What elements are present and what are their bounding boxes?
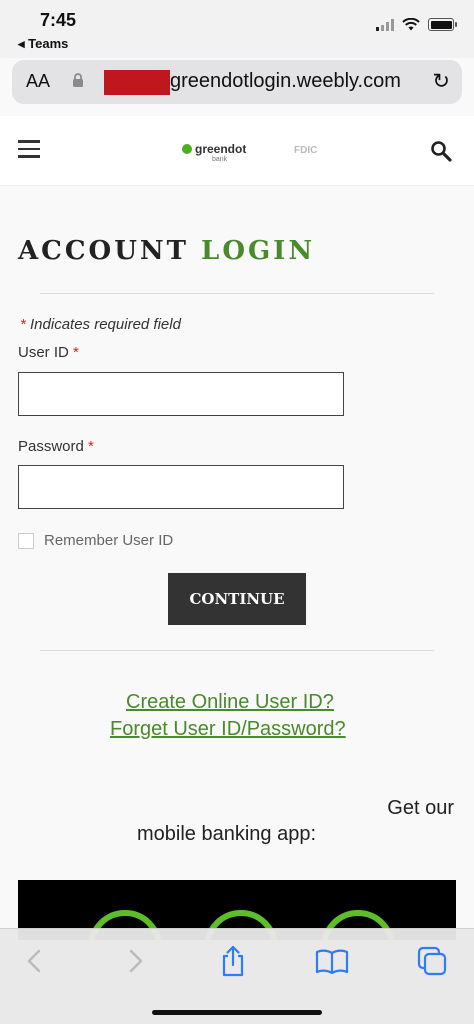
logo-dot-icon — [182, 144, 192, 154]
status-icons — [376, 18, 457, 31]
reader-options-button[interactable]: AA — [26, 71, 50, 92]
remember-checkbox[interactable] — [18, 532, 34, 549]
wifi-icon — [402, 18, 420, 31]
home-indicator[interactable] — [152, 1010, 322, 1015]
forward-icon[interactable] — [118, 943, 154, 979]
search-icon[interactable] — [430, 140, 452, 162]
required-note-text: Indicates required field — [30, 316, 181, 333]
required-star: * — [73, 344, 79, 361]
back-to-app-link[interactable]: ◂ Teams — [18, 36, 68, 52]
title-account: ACCOUNT — [18, 236, 202, 266]
continue-button[interactable]: CONTINUE — [168, 573, 306, 625]
get-app-text-line2: mobile banking app: — [137, 823, 317, 845]
cellular-signal-icon — [376, 18, 394, 31]
password-label: Password * — [18, 438, 94, 455]
status-bar: 7:45 ◂ Teams — [0, 0, 474, 58]
required-star: * — [88, 438, 94, 455]
fdic-logo: FDIC — [294, 145, 318, 156]
create-user-id-link[interactable]: Create Online User ID? — [126, 691, 334, 714]
menu-icon[interactable] — [18, 140, 40, 163]
share-icon[interactable] — [215, 943, 251, 979]
forget-credentials-link[interactable]: Forget User ID/Password? — [110, 718, 346, 741]
greendot-logo[interactable]: greendot — [182, 142, 246, 156]
logo-subtext: bank — [212, 156, 228, 163]
tabs-icon[interactable] — [414, 943, 450, 979]
user-id-input[interactable] — [18, 372, 344, 416]
divider — [40, 293, 434, 294]
get-app-text-line1: Get our — [387, 797, 454, 819]
address-bar[interactable]: AA greendotlogin.weebly.com ↻ — [12, 60, 462, 104]
logo-text: greendot — [195, 142, 247, 156]
url-text[interactable]: greendotlogin.weebly.com — [170, 70, 401, 93]
password-label-text: Password — [18, 438, 84, 455]
password-input[interactable] — [18, 465, 344, 509]
user-id-label-text: User ID — [18, 344, 69, 361]
required-note: * Indicates required field — [20, 316, 181, 333]
reload-icon[interactable]: ↻ — [432, 69, 450, 94]
remember-user-id[interactable]: Remember User ID — [18, 532, 173, 549]
user-id-label: User ID * — [18, 344, 79, 361]
clock: 7:45 — [40, 10, 77, 30]
title-login: LOGIN — [201, 236, 316, 266]
divider — [40, 650, 434, 651]
site-header: greendot bank FDIC — [0, 116, 474, 186]
redacted-url-part — [104, 70, 170, 95]
bookmarks-icon[interactable] — [314, 943, 350, 979]
back-icon[interactable] — [16, 943, 52, 979]
remember-label: Remember User ID — [44, 532, 174, 549]
lock-icon — [72, 73, 84, 92]
battery-icon — [428, 18, 457, 31]
page-title: ACCOUNT LOGIN — [18, 236, 315, 266]
required-star: * — [20, 316, 26, 333]
